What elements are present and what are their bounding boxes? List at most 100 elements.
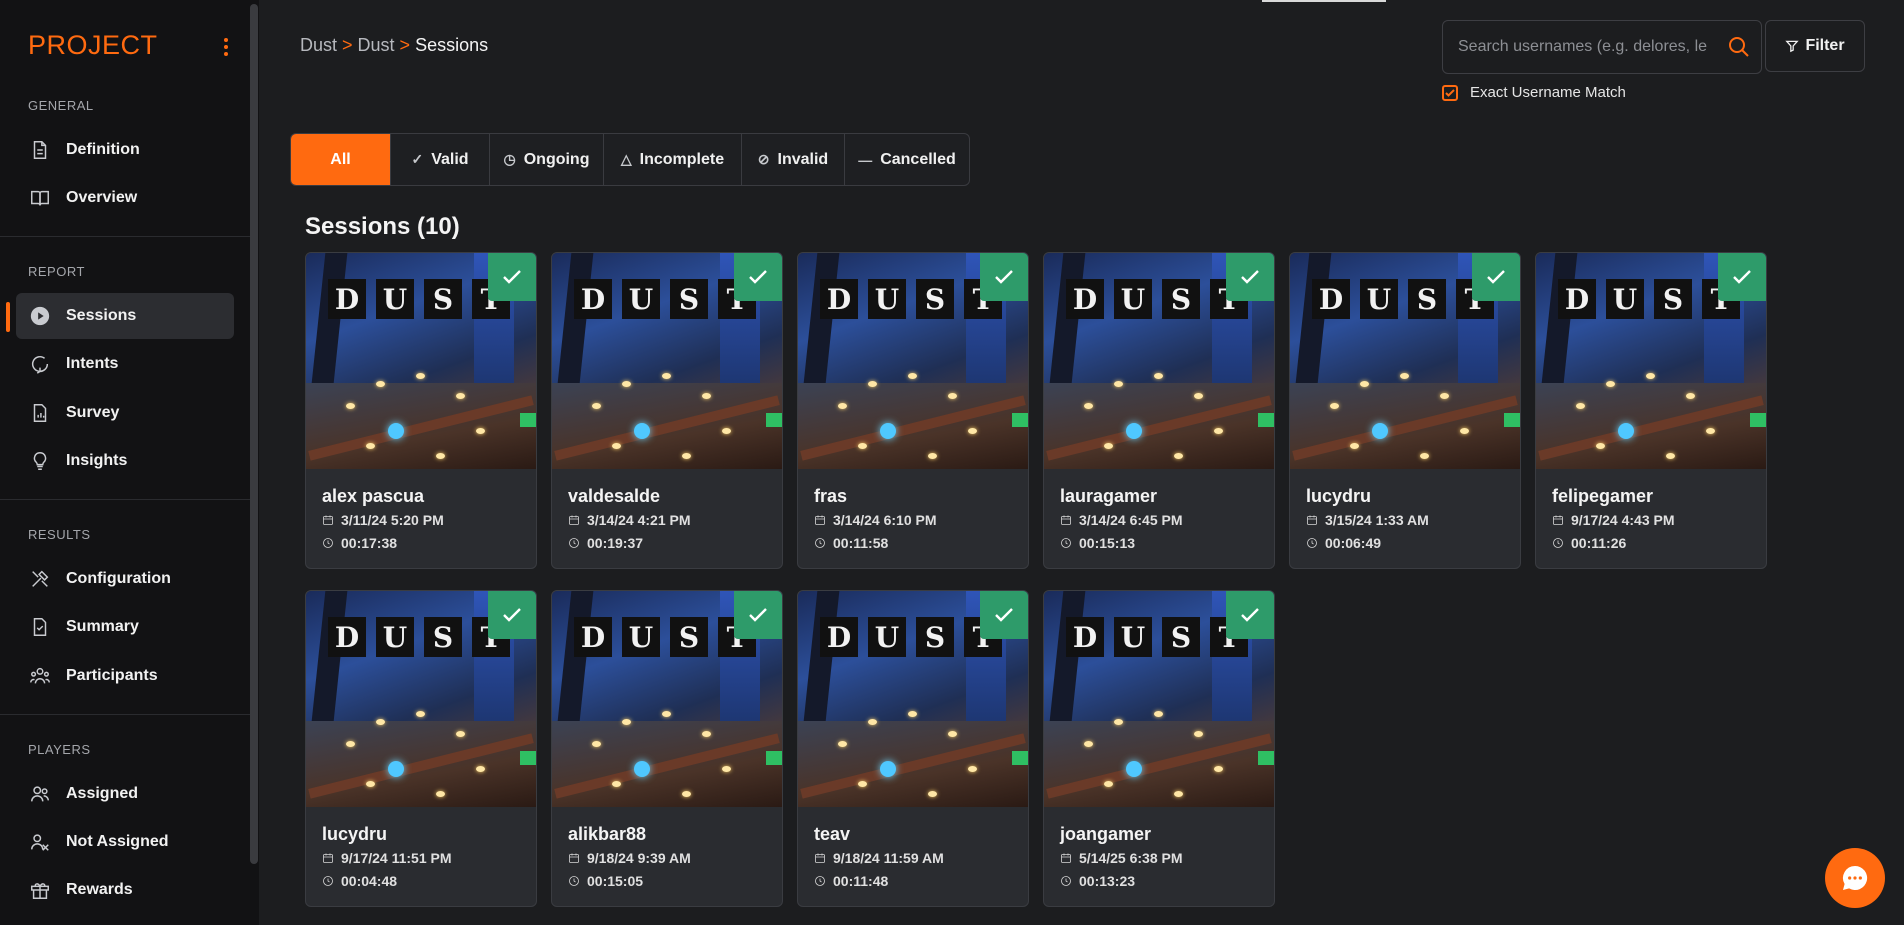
sidebar-item-overview[interactable]: Overview [16, 175, 234, 221]
sidebar-item-survey[interactable]: Survey [16, 390, 234, 436]
light-dot [1706, 428, 1715, 434]
session-username: teav [814, 824, 851, 844]
sidebar-item-participants[interactable]: Participants [16, 653, 234, 699]
thumb-letter: S [424, 617, 462, 657]
session-card[interactable]: DUST valdesalde 3/14/24 4:21 PM 00:19:37 [551, 252, 783, 569]
tab-valid[interactable]: ✓ Valid [391, 134, 490, 185]
thumb-letter: U [622, 279, 660, 319]
sidebar-item-label: Participants [66, 667, 158, 684]
section-title-results: RESULTS [28, 527, 91, 542]
game-logo: DUST [1066, 617, 1248, 657]
light-dot [968, 428, 977, 434]
light-dot [1154, 711, 1163, 717]
sidebar-item-definition[interactable]: Definition [16, 127, 234, 173]
breadcrumb-item[interactable]: Dust [358, 35, 395, 55]
filter-button[interactable]: Filter [1765, 20, 1865, 72]
character [388, 761, 404, 777]
light-dot [1596, 443, 1605, 449]
session-duration-value: 00:11:58 [833, 535, 889, 551]
session-card[interactable]: DUST lucydru 9/17/24 11:51 PM 00:04:48 [305, 590, 537, 907]
clock-icon [569, 538, 579, 548]
clock-icon [1061, 876, 1071, 886]
thumb-letter: U [1114, 279, 1152, 319]
sidebar-item-configuration[interactable]: Configuration [16, 556, 234, 602]
calendar-icon [1061, 853, 1071, 863]
sidebar-item-intents[interactable]: Intents [16, 341, 234, 387]
session-card[interactable]: DUST alikbar88 9/18/24 9:39 AM 00:15:05 [551, 590, 783, 907]
thumb-letter: D [328, 617, 366, 657]
sidebar-item-label: Sessions [66, 307, 137, 324]
light-dot [1440, 393, 1449, 399]
game-logo: DUST [574, 279, 756, 319]
sidebar-item-label: Insights [66, 452, 128, 469]
sidebar-item-not-assigned[interactable]: Not Assigned [16, 819, 234, 865]
thumb-letter: D [820, 617, 858, 657]
project-logo[interactable]: PROJECT [28, 30, 158, 61]
tab-ongoing[interactable]: ◷ Ongoing [490, 134, 604, 185]
session-thumbnail: DUST [1044, 253, 1274, 469]
sidebar-item-summary[interactable]: Summary [16, 604, 234, 650]
valid-badge [488, 253, 536, 301]
thumb-letter: U [1606, 279, 1644, 319]
session-thumbnail: DUST [1536, 253, 1766, 469]
light-dot [722, 428, 731, 434]
clock-icon [1061, 538, 1071, 548]
thumb-letter: S [1162, 279, 1200, 319]
session-date-value: 5/14/25 6:38 PM [1079, 850, 1183, 866]
session-date: 9/18/24 9:39 AM [568, 850, 691, 866]
intent-icon [28, 352, 52, 376]
sidebar-item-assigned[interactable]: Assigned [16, 771, 234, 817]
session-duration: 00:15:13 [1060, 535, 1135, 551]
session-duration-value: 00:11:48 [833, 873, 889, 889]
exact-username-match[interactable]: Exact Username Match [1442, 84, 1626, 101]
game-logo: DUST [820, 617, 1002, 657]
tab-label: Invalid [777, 150, 829, 168]
light-dot [1330, 403, 1339, 409]
light-dot [1360, 381, 1369, 387]
top-indicator [1262, 0, 1386, 2]
search-input[interactable]: Search usernames (e.g. delores, le [1442, 20, 1762, 74]
sidebar-item-rewards[interactable]: Rewards [16, 867, 234, 913]
light-dot [702, 731, 711, 737]
tab-incomplete[interactable]: △ Incomplete [604, 134, 742, 185]
session-card[interactable]: DUST lauragamer 3/14/24 6:45 PM 00:15:13 [1043, 252, 1275, 569]
session-duration-value: 00:06:49 [1325, 535, 1382, 551]
calendar-icon [323, 515, 333, 525]
session-card[interactable]: DUST felipegamer 9/17/24 4:43 PM 00:11:2… [1535, 252, 1767, 569]
tab-all[interactable]: All [291, 134, 391, 185]
sidebar-item-sessions[interactable]: Sessions [16, 293, 234, 339]
thumb-letter: D [820, 279, 858, 319]
light-dot [1666, 453, 1675, 459]
tab-cancelled[interactable]: — Cancelled [845, 134, 969, 185]
clock-icon [569, 876, 579, 886]
exact-match-checkbox[interactable] [1442, 84, 1458, 101]
chat-button[interactable] [1825, 848, 1885, 908]
light-dot [1460, 428, 1469, 434]
game-logo: DUST [328, 617, 510, 657]
character [880, 761, 896, 777]
kebab-menu-icon[interactable] [224, 38, 228, 59]
session-card[interactable]: DUST alex pascua 3/11/24 5:20 PM 00:17:3… [305, 252, 537, 569]
session-card[interactable]: DUST lucydru 3/15/24 1:33 AM 00:06:49 [1289, 252, 1521, 569]
light-dot [1194, 731, 1203, 737]
search-icon[interactable] [1727, 35, 1751, 59]
sidebar-item-label: Configuration [66, 570, 171, 587]
session-duration: 00:19:37 [568, 535, 643, 551]
light-dot [1214, 428, 1223, 434]
sidebar-scrollbar[interactable] [250, 4, 258, 864]
session-date: 9/17/24 4:43 PM [1552, 512, 1675, 528]
tab-invalid[interactable]: ⊘ Invalid [742, 134, 845, 185]
light-dot [416, 711, 425, 717]
section-title-players: PLAYERS [28, 742, 91, 757]
session-card[interactable]: DUST teav 9/18/24 11:59 AM 00:11:48 [797, 590, 1029, 907]
thumb-letter: S [916, 617, 954, 657]
session-card[interactable]: DUST joangamer 5/14/25 6:38 PM 00:13:23 [1043, 590, 1275, 907]
light-dot [1154, 373, 1163, 379]
session-card[interactable]: DUST fras 3/14/24 6:10 PM 00:11:58 [797, 252, 1029, 569]
breadcrumb-separator: > [342, 35, 353, 55]
calendar-icon [1307, 515, 1317, 525]
sidebar-item-insights[interactable]: Insights [16, 438, 234, 484]
breadcrumb-item[interactable]: Dust [300, 35, 337, 55]
chat-bubble-icon [1842, 865, 1868, 890]
survey-chart-icon [28, 401, 52, 425]
